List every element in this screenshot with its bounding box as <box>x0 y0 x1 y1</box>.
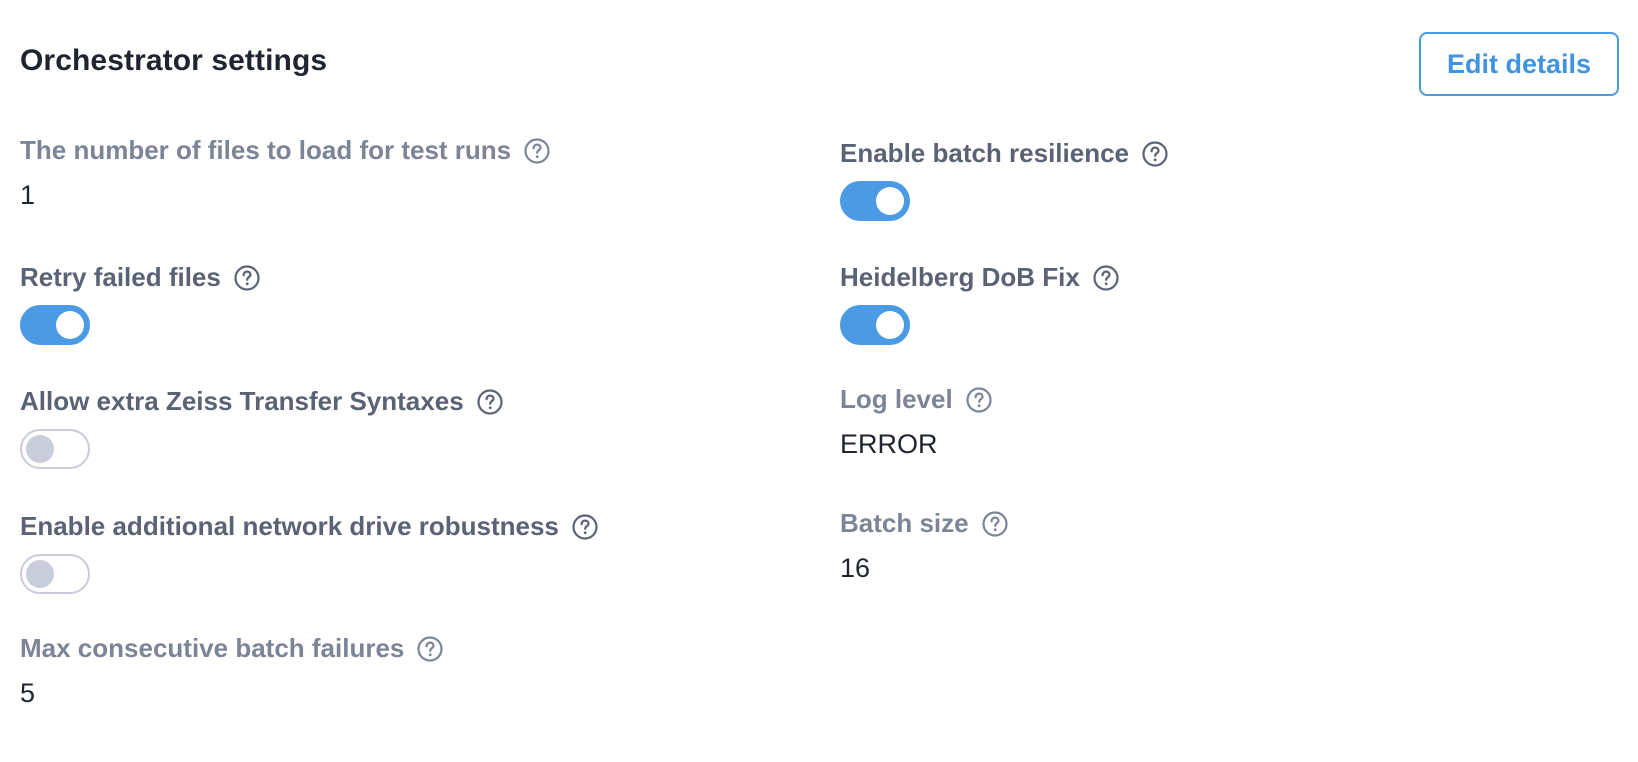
help-circle-icon[interactable] <box>981 510 1009 538</box>
heidelberg-fix-field: Heidelberg DoB Fix <box>840 262 1120 345</box>
batch-resilience-label: Enable batch resilience <box>840 138 1130 168</box>
edit-details-button[interactable]: Edit details <box>1419 32 1619 96</box>
retry-failed-label: Retry failed files <box>20 262 221 292</box>
toggle-knob <box>876 187 904 215</box>
batch-resilience-toggle[interactable] <box>840 181 910 221</box>
batch-resilience-field: Enable batch resilience <box>840 138 1169 221</box>
help-circle-icon[interactable] <box>416 635 444 663</box>
help-circle-icon[interactable] <box>571 513 599 541</box>
help-circle-icon[interactable] <box>965 386 993 414</box>
toggle-knob <box>26 560 54 588</box>
orchestrator-settings-panel: Orchestrator settings Edit details The n… <box>0 0 1638 762</box>
toggle-knob <box>26 435 54 463</box>
log-level-field: Log level ERROR <box>840 384 993 460</box>
heidelberg-fix-label: Heidelberg DoB Fix <box>840 262 1080 292</box>
batch-size-value: 16 <box>840 553 871 583</box>
max-batch-failures-value: 5 <box>20 678 36 708</box>
network-robustness-toggle[interactable] <box>20 554 90 594</box>
max-batch-failures-label: Max consecutive batch failures <box>20 633 405 663</box>
toggle-knob <box>876 311 904 339</box>
zeiss-syntaxes-toggle[interactable] <box>20 429 90 469</box>
max-batch-failures-field: Max consecutive batch failures 5 <box>20 633 444 709</box>
network-robustness-label: Enable additional network drive robustne… <box>20 511 559 541</box>
log-level-label: Log level <box>840 384 953 414</box>
network-robustness-field: Enable additional network drive robustne… <box>20 511 599 594</box>
help-circle-icon[interactable] <box>1092 264 1120 292</box>
toggle-knob <box>56 311 84 339</box>
retry-failed-field: Retry failed files <box>20 262 261 345</box>
files-to-load-value: 1 <box>20 180 36 210</box>
batch-size-field: Batch size 16 <box>840 508 1009 584</box>
help-circle-icon[interactable] <box>1141 140 1169 168</box>
heidelberg-fix-toggle[interactable] <box>840 305 910 345</box>
retry-failed-toggle[interactable] <box>20 305 90 345</box>
help-circle-icon[interactable] <box>476 388 504 416</box>
page-title: Orchestrator settings <box>20 44 328 77</box>
log-level-value: ERROR <box>840 429 938 459</box>
help-circle-icon[interactable] <box>233 264 261 292</box>
help-circle-icon[interactable] <box>523 137 551 165</box>
batch-size-label: Batch size <box>840 508 969 538</box>
zeiss-syntaxes-label: Allow extra Zeiss Transfer Syntaxes <box>20 386 464 416</box>
files-to-load-field: The number of files to load for test run… <box>20 135 551 211</box>
files-to-load-label: The number of files to load for test run… <box>20 135 512 165</box>
zeiss-syntaxes-field: Allow extra Zeiss Transfer Syntaxes <box>20 386 504 469</box>
